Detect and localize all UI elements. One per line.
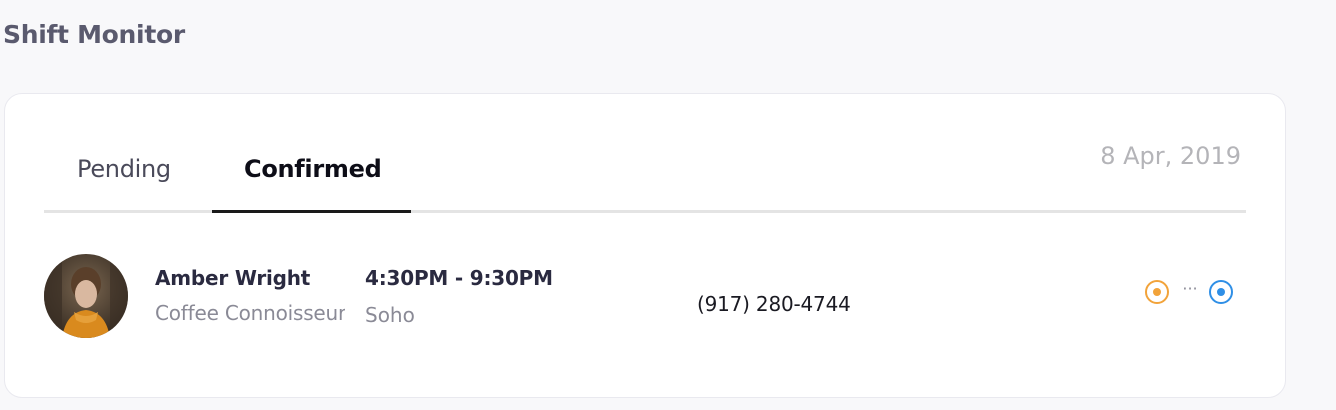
- avatar-photo-icon: [44, 254, 128, 338]
- avatar[interactable]: [44, 254, 128, 338]
- tab-pending[interactable]: Pending: [77, 155, 171, 183]
- shift-date: 8 Apr, 2019: [1100, 142, 1241, 170]
- shift-status-indicator[interactable]: ···: [1143, 280, 1238, 310]
- page-title: Shift Monitor: [3, 20, 185, 49]
- phone-number[interactable]: (917) 280-4744: [697, 292, 851, 316]
- status-connector: ···: [1182, 279, 1198, 298]
- check-out-target-icon: [1209, 280, 1233, 304]
- shift-time: 4:30PM - 9:30PM: [365, 266, 553, 290]
- shift-location: Soho: [365, 303, 415, 327]
- active-tab-indicator: [212, 210, 411, 213]
- employee-role: Coffee Connoisseur: [155, 301, 345, 325]
- check-in-target-icon: [1145, 280, 1169, 304]
- tab-confirmed[interactable]: Confirmed: [244, 155, 382, 183]
- employee-name[interactable]: Amber Wright: [155, 266, 310, 290]
- shift-card: [4, 93, 1286, 398]
